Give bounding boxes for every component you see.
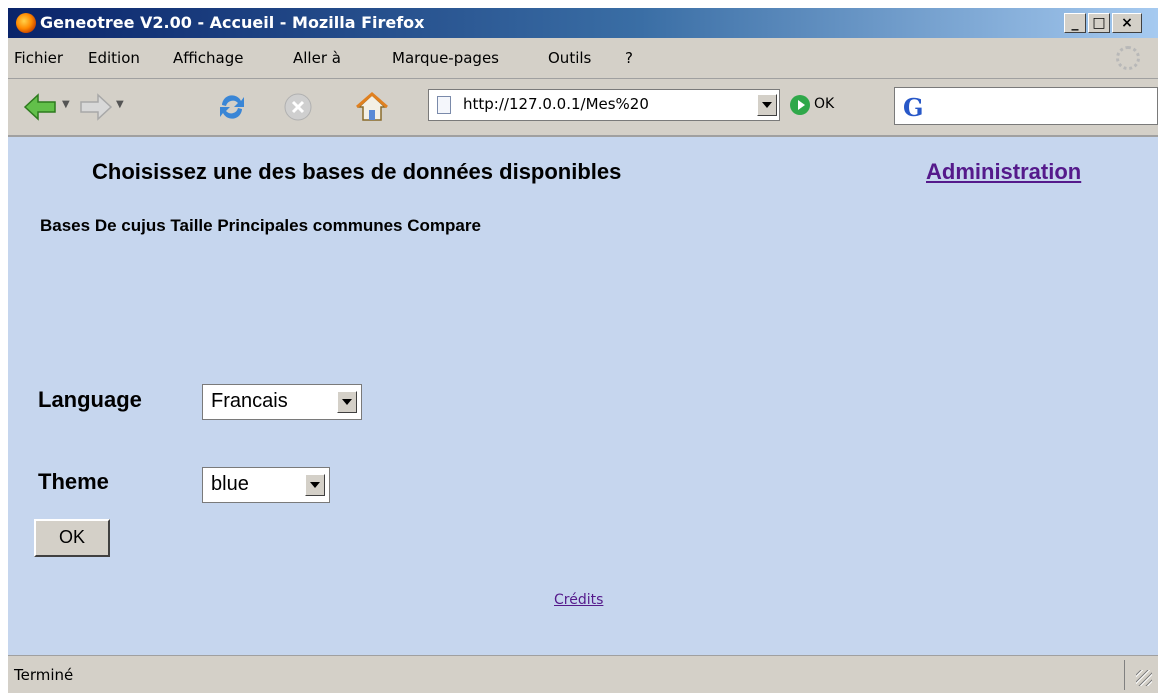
menu-aide[interactable]: ? xyxy=(625,49,633,67)
url-bar[interactable]: http://127.0.0.1/Mes%20 xyxy=(428,89,780,121)
credits-link[interactable]: Crédits xyxy=(554,592,603,608)
url-history-dropdown-button[interactable] xyxy=(757,94,777,116)
menu-aller-a[interactable]: Aller à xyxy=(293,49,341,67)
reload-icon[interactable] xyxy=(214,89,250,125)
theme-select[interactable]: blue xyxy=(202,467,330,503)
menu-marque-pages[interactable]: Marque-pages xyxy=(392,49,499,67)
back-dropdown-icon[interactable]: ▼ xyxy=(62,99,70,110)
page-heading: Choisissez une des bases de données disp… xyxy=(92,159,622,184)
language-select-value: Francais xyxy=(211,390,288,412)
firefox-logo-icon xyxy=(16,13,36,33)
table-header: Bases De cujus Taille Principales commun… xyxy=(40,216,481,235)
menu-edition[interactable]: Edition xyxy=(88,49,140,67)
resize-grip-icon[interactable] xyxy=(1136,670,1152,686)
theme-label: Theme xyxy=(38,469,109,494)
forward-dropdown-icon[interactable]: ▼ xyxy=(116,99,124,110)
stop-icon[interactable] xyxy=(280,89,316,125)
menu-fichier[interactable]: Fichier xyxy=(14,49,63,67)
language-select[interactable]: Francais xyxy=(202,384,362,420)
forward-arrow-icon[interactable] xyxy=(78,89,114,125)
page-icon xyxy=(437,96,451,114)
google-icon[interactable]: G xyxy=(903,93,924,122)
administration-link[interactable]: Administration xyxy=(926,159,1081,185)
language-label: Language xyxy=(38,387,142,412)
url-text[interactable]: http://127.0.0.1/Mes%20 xyxy=(463,95,728,113)
back-arrow-icon[interactable] xyxy=(22,89,58,125)
maximize-button[interactable]: □ xyxy=(1088,13,1110,33)
status-bar: Terminé xyxy=(8,655,1158,693)
close-button[interactable]: × xyxy=(1112,13,1142,33)
theme-select-value: blue xyxy=(211,473,249,495)
go-icon[interactable] xyxy=(790,95,810,115)
page-content: Choisissez une des bases de données disp… xyxy=(8,137,1158,655)
menu-affichage[interactable]: Affichage xyxy=(173,49,243,67)
language-dropdown-button[interactable] xyxy=(337,391,357,413)
minimize-button[interactable]: _ xyxy=(1064,13,1086,33)
status-text: Terminé xyxy=(14,666,74,684)
window-title: Geneotree V2.00 - Accueil - Mozilla Fire… xyxy=(40,13,425,32)
browser-window: Geneotree V2.00 - Accueil - Mozilla Fire… xyxy=(8,8,1158,693)
menu-bar: Fichier Edition Affichage Aller à Marque… xyxy=(8,38,1158,79)
ok-button[interactable]: OK xyxy=(34,519,110,557)
navigation-toolbar: ▼ ▼ http://127.0.0.1/Mes%20 OK G xyxy=(8,79,1158,137)
menu-outils[interactable]: Outils xyxy=(548,49,591,67)
status-divider xyxy=(1124,660,1125,690)
home-icon[interactable] xyxy=(354,89,390,125)
throbber-icon xyxy=(1116,46,1140,70)
title-bar: Geneotree V2.00 - Accueil - Mozilla Fire… xyxy=(8,8,1158,38)
search-box[interactable]: G xyxy=(894,87,1158,125)
theme-dropdown-button[interactable] xyxy=(305,474,325,496)
go-button-label[interactable]: OK xyxy=(814,96,834,112)
